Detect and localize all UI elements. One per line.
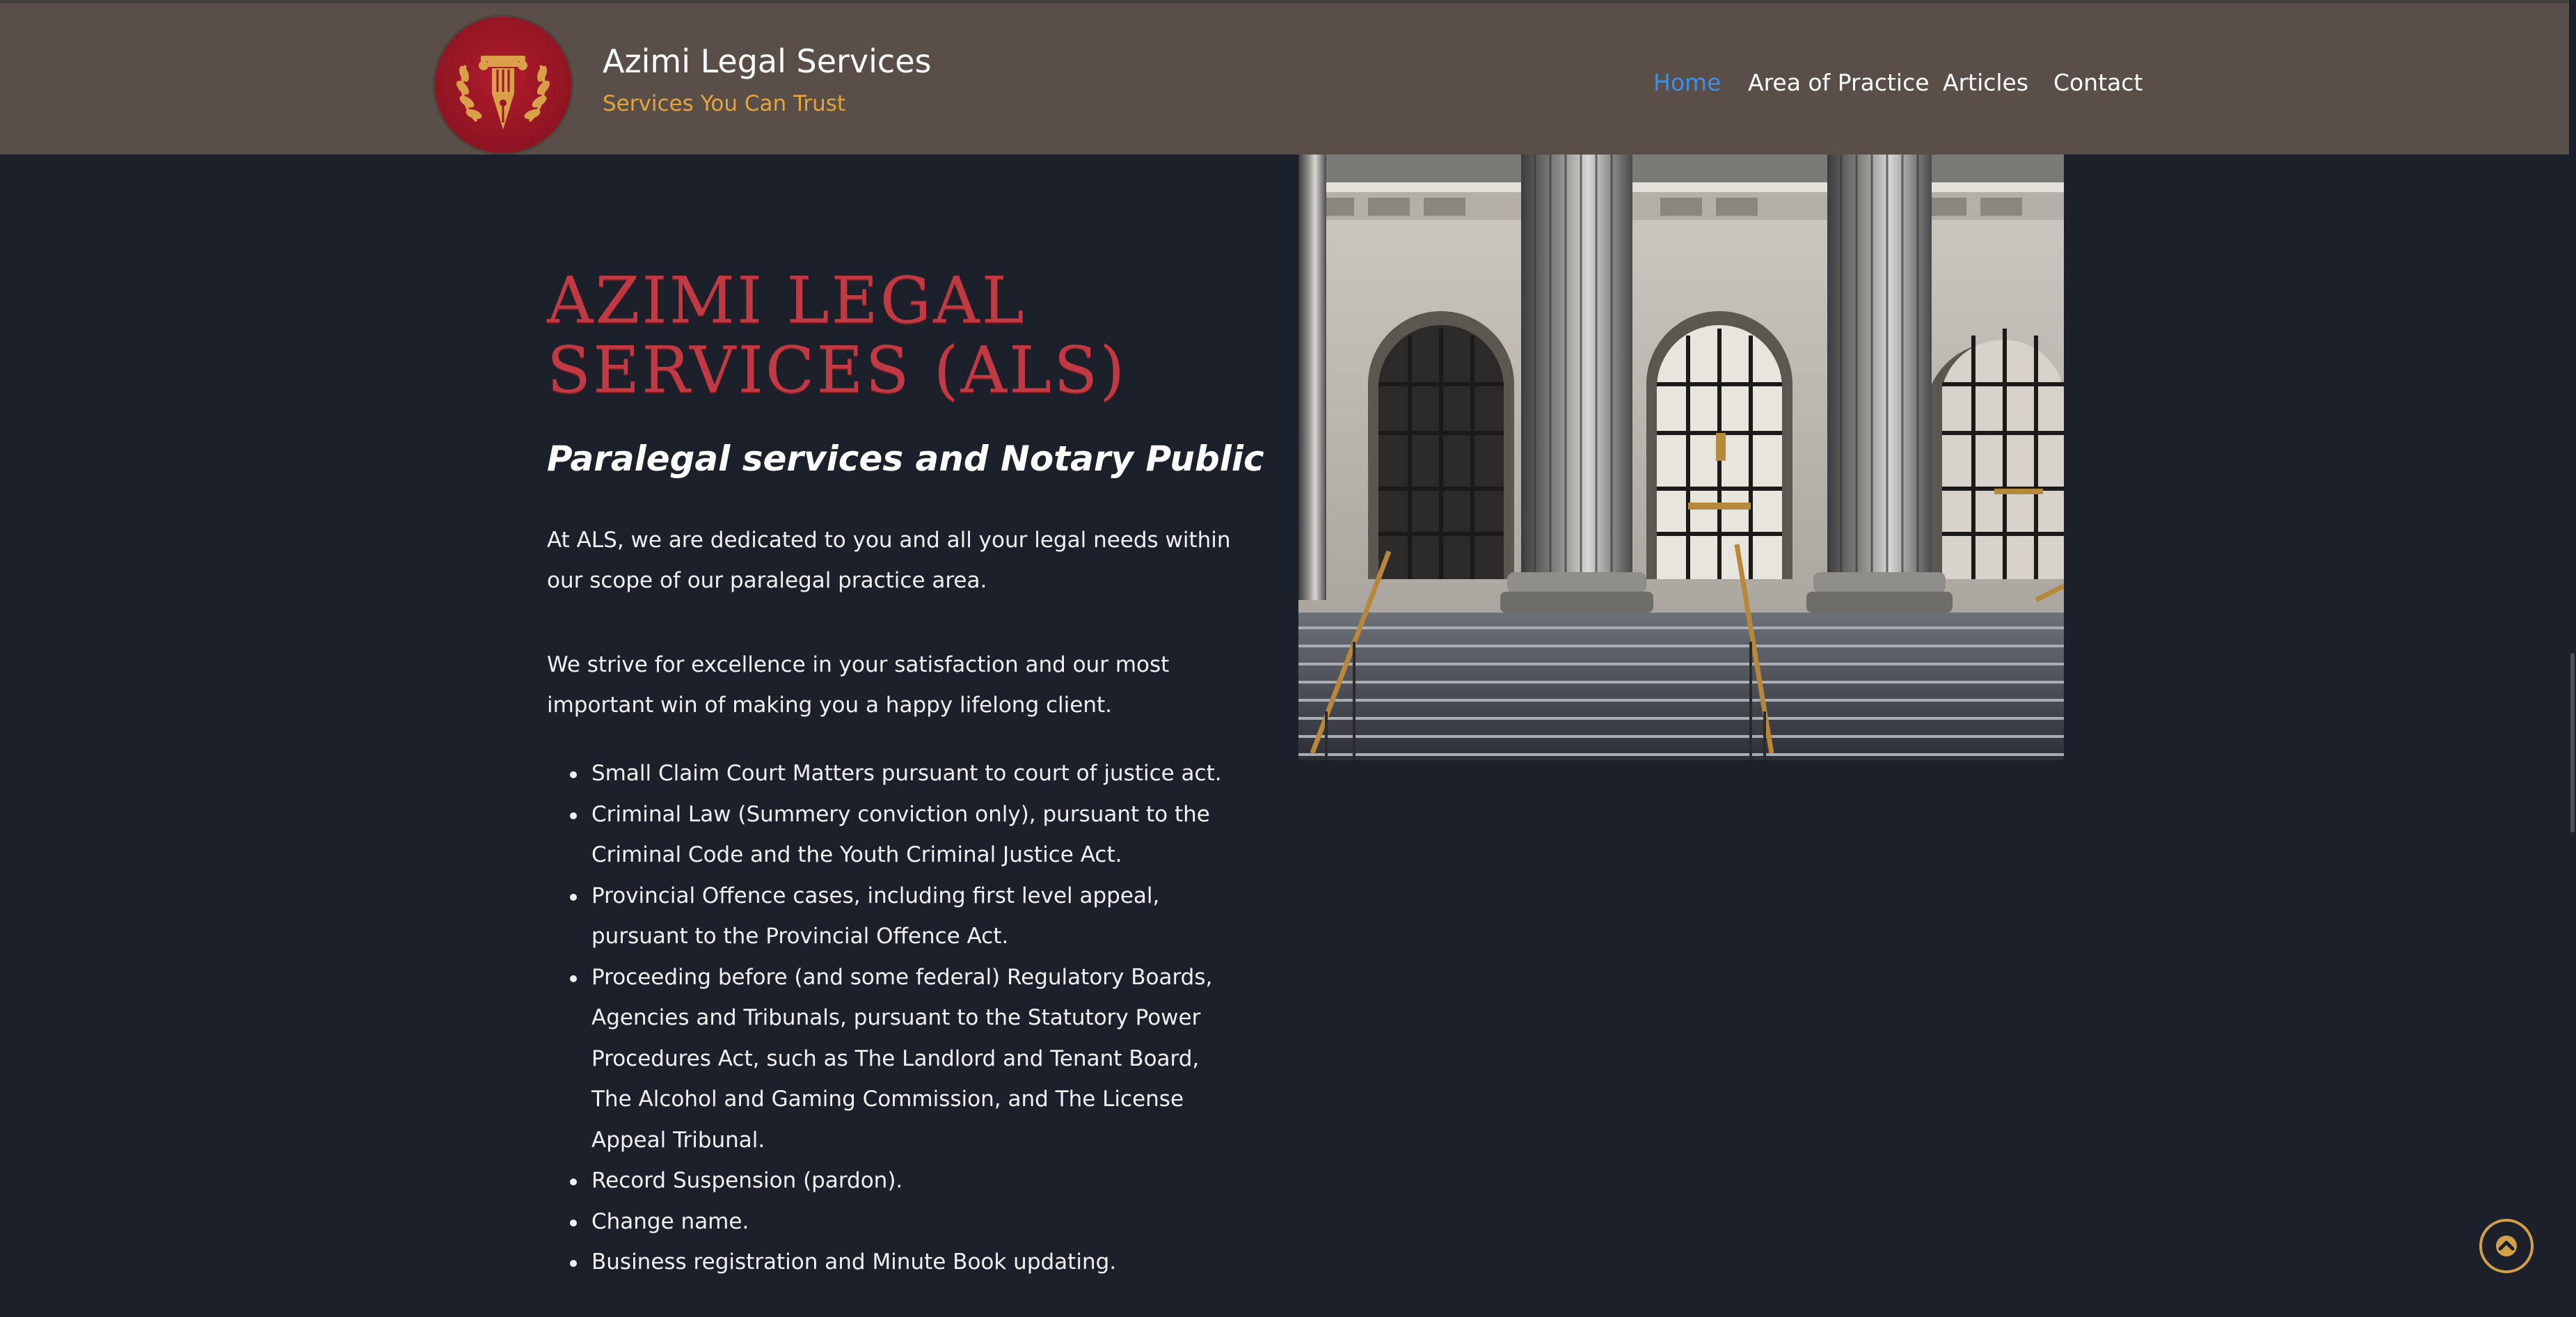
site-logo[interactable] [435, 17, 571, 153]
list-item: Change name. [570, 1201, 1243, 1243]
nav-articles[interactable]: Articles [1943, 69, 2028, 96]
courthouse-illustration [1298, 155, 2064, 760]
list-item: Business registration and Minute Book up… [570, 1242, 1243, 1283]
list-item: Provincial Offence cases, including firs… [570, 876, 1243, 957]
list-item: Small Claim Court Matters pursuant to co… [570, 753, 1243, 794]
pen-column-laurel-icon [456, 56, 550, 129]
list-item: Criminal Law (Summery conviction only), … [570, 794, 1243, 876]
site-title[interactable]: Azimi Legal Services [603, 42, 932, 80]
back-to-top-button[interactable] [2479, 1219, 2534, 1273]
chevron-up-icon [2496, 1236, 2517, 1256]
courthouse-image [1298, 155, 2064, 760]
site-header: Azimi Legal Services Services You Can Tr… [0, 0, 2576, 155]
page-scrollbar[interactable] [2569, 0, 2576, 1317]
list-item: Proceeding before (and some federal) Reg… [570, 957, 1243, 1161]
services-list: Small Claim Court Matters pursuant to co… [547, 753, 1243, 1283]
list-item: Record Suspension (pardon). [570, 1160, 1243, 1201]
scrollbar-thumb[interactable] [2570, 653, 2575, 833]
hero-subtitle: Paralegal services and Notary Public [547, 439, 1264, 479]
hero-title: AZIMI LEGAL SERVICES (ALS) [547, 263, 1127, 407]
site-tagline: Services You Can Trust [603, 91, 846, 116]
nav-area-of-practice[interactable]: Area of Practice [1748, 69, 1930, 96]
nav-contact[interactable]: Contact [2053, 69, 2142, 96]
mission-paragraph: We strive for excellence in your satisfa… [547, 652, 1170, 718]
nav-home[interactable]: Home [1653, 69, 1721, 96]
intro-paragraph: At ALS, we are dedicated to you and all … [547, 528, 1231, 593]
